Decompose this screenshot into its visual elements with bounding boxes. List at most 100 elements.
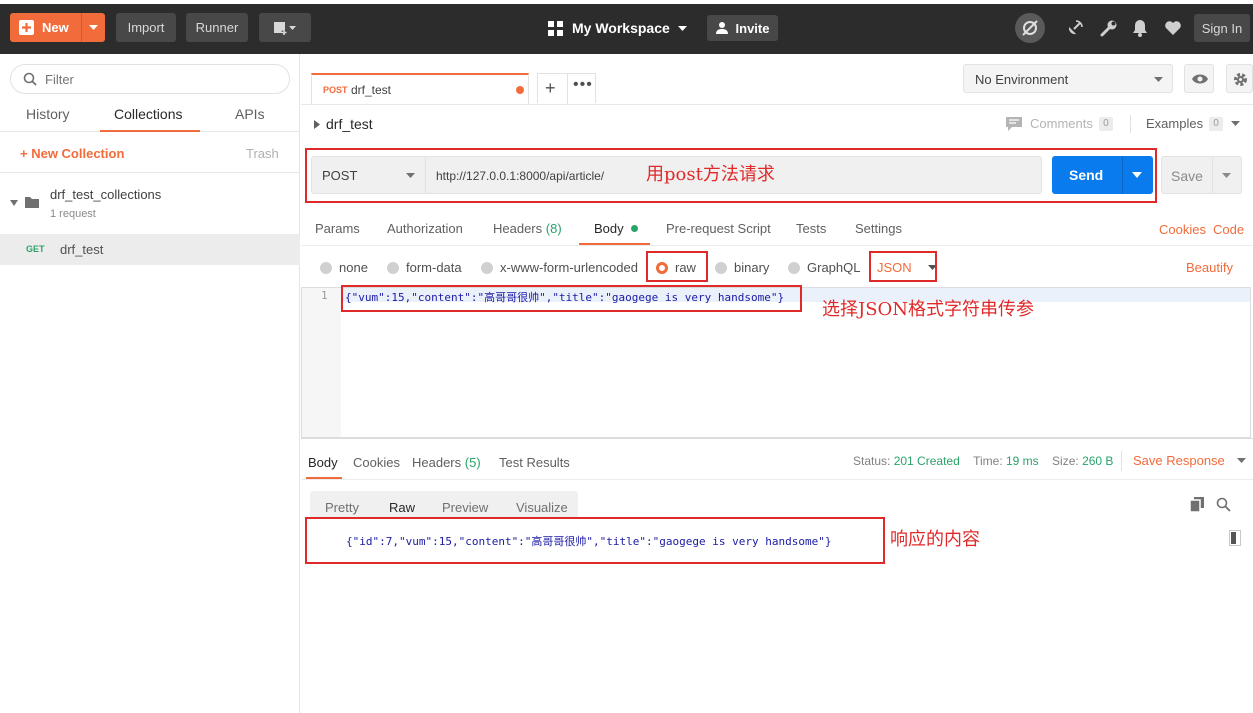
top-bar: New Import Runner My Workspace Invite Si…: [0, 0, 1253, 54]
tab-authorization[interactable]: Authorization: [387, 221, 463, 236]
annotation-post-note: 用post方法请求: [646, 164, 775, 185]
status-label: Status:: [853, 454, 891, 468]
runner-button[interactable]: Runner: [186, 13, 248, 42]
bell-icon[interactable]: [1127, 15, 1153, 41]
examples-label: Examples: [1146, 116, 1204, 131]
method-badge: GET: [26, 244, 45, 254]
new-button-label: New: [42, 20, 69, 35]
time-value[interactable]: 19 ms: [1006, 454, 1039, 468]
new-window-button[interactable]: [259, 13, 311, 42]
filter-box[interactable]: [10, 64, 290, 94]
divider: [1212, 157, 1213, 193]
tab-history[interactable]: History: [26, 106, 70, 122]
breadcrumb[interactable]: drf_test: [314, 116, 373, 132]
tab-headers-count: (8): [545, 221, 562, 236]
view-tab-visualize[interactable]: Visualize: [516, 500, 568, 515]
radio-none[interactable]: none: [320, 260, 368, 275]
radio-form-data-label: form-data: [406, 260, 462, 275]
response-tab-cookies[interactable]: Cookies: [353, 455, 400, 470]
tab-prerequest-script[interactable]: Pre-request Script: [666, 221, 771, 236]
tab-params[interactable]: Params: [315, 221, 360, 236]
view-tab-preview[interactable]: Preview: [442, 500, 488, 515]
response-tab-body[interactable]: Body: [308, 455, 338, 470]
copy-icon[interactable]: [1190, 497, 1205, 512]
view-tab-pretty[interactable]: Pretty: [325, 500, 359, 515]
comments-button[interactable]: Comments 0: [1006, 116, 1113, 131]
plus-square-icon: [19, 20, 34, 35]
tab-name: drf_test: [351, 83, 392, 97]
unsaved-dot-icon[interactable]: [516, 86, 524, 94]
filter-input[interactable]: [45, 71, 275, 87]
beautify-link[interactable]: Beautify: [1186, 260, 1233, 275]
tab-tests[interactable]: Tests: [796, 221, 826, 236]
time-label: Time:: [973, 454, 1003, 468]
tab-headers[interactable]: Headers (8): [493, 221, 562, 236]
caret-down-icon: [10, 200, 18, 206]
divider: [301, 479, 1253, 480]
invite-button[interactable]: Invite: [707, 15, 778, 41]
divider: [301, 104, 1253, 105]
manage-environments-button[interactable]: [1226, 64, 1253, 93]
folder-icon: [25, 197, 39, 208]
new-dropdown-caret[interactable]: [81, 13, 105, 42]
tab-body[interactable]: Body: [594, 221, 639, 236]
status-value[interactable]: 201 Created: [894, 454, 960, 468]
tab-actions: + •••: [537, 73, 596, 104]
environment-label: No Environment: [975, 72, 1069, 87]
collection-meta: 1 request: [50, 208, 96, 220]
plus-icon[interactable]: +: [545, 78, 556, 99]
divider: [0, 172, 300, 173]
more-icon[interactable]: •••: [573, 76, 593, 94]
invite-label: Invite: [735, 20, 770, 36]
caret-down-icon: [1154, 77, 1163, 82]
new-collection-button[interactable]: + New Collection: [20, 146, 124, 161]
tab-settings[interactable]: Settings: [855, 221, 902, 236]
sync-off-icon[interactable]: [1015, 13, 1045, 43]
radio-binary-label: binary: [734, 260, 770, 275]
request-tab[interactable]: POST drf_test: [311, 73, 529, 104]
radio-form-data[interactable]: form-data: [387, 260, 462, 275]
save-response-button[interactable]: Save Response: [1133, 453, 1246, 468]
radio-urlencoded-label: x-www-form-urlencoded: [500, 260, 638, 275]
sign-in-button[interactable]: Sign In: [1194, 14, 1250, 42]
divider: [1121, 451, 1122, 471]
radio-urlencoded[interactable]: x-www-form-urlencoded: [481, 260, 638, 275]
annotation-response-note: 响应的内容: [890, 529, 980, 550]
examples-button[interactable]: Examples 0: [1146, 116, 1241, 131]
breadcrumb-name: drf_test: [326, 116, 373, 132]
cookies-link[interactable]: Cookies: [1159, 222, 1206, 237]
user-plus-icon: [715, 22, 728, 34]
response-tab-test-results[interactable]: Test Results: [499, 455, 570, 470]
environment-quick-look-button[interactable]: [1184, 64, 1214, 93]
environment-select[interactable]: No Environment: [963, 64, 1173, 93]
size-value[interactable]: 260 B: [1082, 454, 1113, 468]
response-tab-headers[interactable]: Headers (5): [412, 455, 481, 470]
import-button[interactable]: Import: [116, 13, 176, 42]
annotation-box-body: [341, 285, 802, 312]
scrollbar[interactable]: [1229, 530, 1241, 546]
caret-down-icon: [1231, 121, 1241, 126]
view-tab-raw[interactable]: Raw: [389, 500, 415, 515]
new-button[interactable]: New: [10, 13, 105, 42]
examples-count: 0: [1209, 116, 1224, 131]
code-link[interactable]: Code: [1213, 222, 1244, 237]
tab-apis[interactable]: APIs: [235, 106, 265, 122]
request-item[interactable]: GET drf_test: [0, 234, 300, 265]
tab-body-label: Body: [594, 221, 624, 236]
save-button[interactable]: Save: [1161, 156, 1242, 194]
radio-graphql[interactable]: GraphQL: [788, 260, 860, 275]
caret-down-icon[interactable]: [1222, 173, 1231, 178]
line-number: 1: [321, 289, 328, 302]
caret-right-icon: [314, 119, 320, 129]
tab-collections[interactable]: Collections: [114, 106, 182, 122]
annotation-box-json: [869, 251, 937, 282]
satellite-icon[interactable]: [1062, 15, 1088, 41]
wrench-icon[interactable]: [1096, 15, 1122, 41]
collection-item[interactable]: drf_test_collections 1 request: [0, 182, 300, 228]
heart-icon[interactable]: [1160, 15, 1186, 41]
search-icon[interactable]: [1216, 497, 1231, 512]
workspace-switcher[interactable]: My Workspace: [548, 14, 687, 42]
editor-gutter: [302, 288, 341, 437]
radio-binary[interactable]: binary: [715, 260, 769, 275]
trash-button[interactable]: Trash: [246, 146, 279, 161]
